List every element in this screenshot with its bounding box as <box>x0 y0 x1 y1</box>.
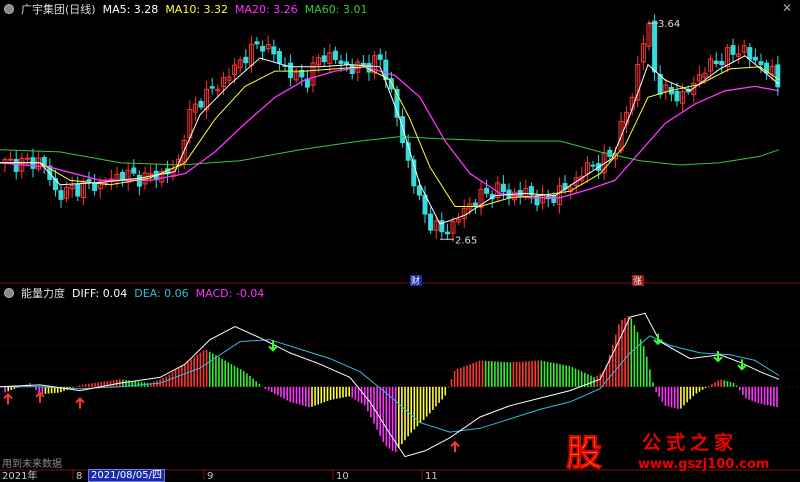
x-axis-month-8: 8 <box>76 471 82 480</box>
candle-body <box>254 41 260 45</box>
candle-body <box>719 60 725 66</box>
x-axis-month-9: 9 <box>207 471 213 480</box>
candle-body <box>349 65 355 75</box>
candle-body <box>590 164 596 167</box>
candle-body <box>713 60 719 65</box>
candle-body <box>24 157 30 160</box>
candle-body <box>377 54 383 60</box>
candle-body <box>472 202 478 207</box>
logo-url: www.gszj100.com <box>638 457 770 472</box>
logo-stock-char: 股 <box>565 432 603 475</box>
candle-body <box>517 189 523 197</box>
cai-badge[interactable]: 财 <box>411 275 420 287</box>
site-logo: 股 公式之家 www.gszj100.com <box>556 422 784 478</box>
candle-body <box>444 231 450 235</box>
crosshair-date: 2021/08/05/四 <box>88 469 166 482</box>
candle-body <box>338 60 344 64</box>
down-signal-arrow <box>75 397 85 409</box>
ma60-line <box>0 136 780 166</box>
candle-body <box>92 182 98 191</box>
candle-body <box>758 61 764 66</box>
candle-body <box>360 62 366 66</box>
x-axis-month-11: 11 <box>425 471 438 480</box>
candles <box>2 14 781 243</box>
candle-body <box>198 100 204 108</box>
low-price-label: 2.65 <box>455 235 477 246</box>
candle-body <box>260 45 266 52</box>
high-price-label: 3.64 <box>658 19 680 30</box>
candle-body <box>271 46 277 55</box>
candle-body <box>730 45 736 55</box>
candle-body <box>276 51 282 64</box>
x-axis-year: 2021年 <box>2 469 37 480</box>
candle-body <box>428 213 434 231</box>
candle-body <box>75 183 81 197</box>
candle-body <box>652 20 658 73</box>
candle-body <box>747 47 753 60</box>
candle-body <box>209 86 215 89</box>
candle-body <box>400 116 406 143</box>
candle-body <box>344 61 350 65</box>
down-signal-arrow <box>450 440 460 453</box>
candle-body <box>120 171 126 181</box>
down-signal-arrow <box>3 393 13 405</box>
stock-chart[interactable]: 3.64 2.65 财 涨 2021年 8 9 10 11 <box>0 0 800 480</box>
candle-body <box>58 190 64 200</box>
down-signal-arrow <box>35 391 45 403</box>
candle-body <box>288 62 294 79</box>
candle-body <box>321 55 327 63</box>
candle-body <box>131 167 137 174</box>
zhang-badge[interactable]: 涨 <box>633 276 642 287</box>
logo-title: 公式之家 <box>642 432 739 454</box>
candle-body <box>13 158 19 172</box>
candle-body <box>752 56 758 61</box>
up-signal-arrow <box>713 351 723 363</box>
candle-body <box>243 56 249 64</box>
x-axis-month-10: 10 <box>336 471 349 480</box>
candle-body <box>674 90 680 102</box>
footnote: 用到未来数据 <box>2 459 62 470</box>
candle-body <box>332 50 338 60</box>
candle-body <box>484 187 490 194</box>
candle-body <box>500 183 506 193</box>
candle-body <box>8 158 14 161</box>
candle-body <box>86 179 92 182</box>
